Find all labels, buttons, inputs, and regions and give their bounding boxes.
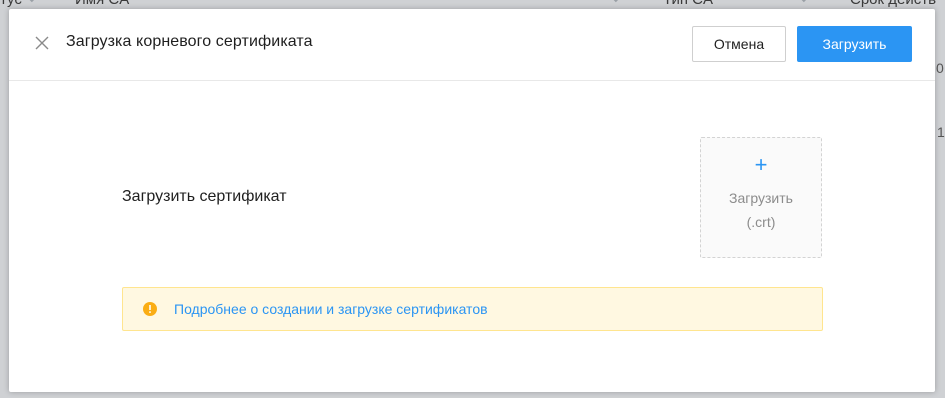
- bg-column-status: тус: [0, 0, 22, 8]
- dropzone-file-type: (.crt): [746, 214, 776, 230]
- cancel-button[interactable]: Отмена: [692, 26, 786, 62]
- warning-icon: [143, 302, 157, 316]
- upload-root-certificate-modal: Загрузка корневого сертификата Отмена За…: [9, 9, 935, 392]
- plus-icon: +: [754, 152, 768, 177]
- sort-icon: ◆: [612, 0, 622, 4]
- bg-column-ca-type: Тип CA: [663, 0, 713, 8]
- bg-edge-text: 1: [937, 124, 945, 140]
- certificate-help-link[interactable]: Подробнее о создании и загрузке сертифик…: [174, 301, 488, 317]
- close-icon[interactable]: [34, 35, 50, 51]
- bg-column-ca-name: Имя CA: [75, 0, 129, 8]
- certificate-upload-dropzone[interactable]: + Загрузить (.crt): [700, 137, 822, 258]
- info-alert: Подробнее о создании и загрузке сертифик…: [122, 287, 823, 331]
- dropzone-label: Загрузить: [729, 190, 793, 206]
- bg-edge-text: 0: [936, 60, 944, 76]
- sort-icon: ◆: [28, 0, 38, 4]
- modal-header: Загрузка корневого сертификата Отмена За…: [9, 9, 935, 81]
- upload-button[interactable]: Загрузить: [797, 26, 912, 62]
- modal-title: Загрузка корневого сертификата: [66, 33, 313, 50]
- certificate-field-label: Загрузить сертификат: [122, 188, 287, 205]
- sort-icon: ◆: [800, 0, 810, 4]
- bg-column-expiry: Срок действ: [850, 0, 936, 8]
